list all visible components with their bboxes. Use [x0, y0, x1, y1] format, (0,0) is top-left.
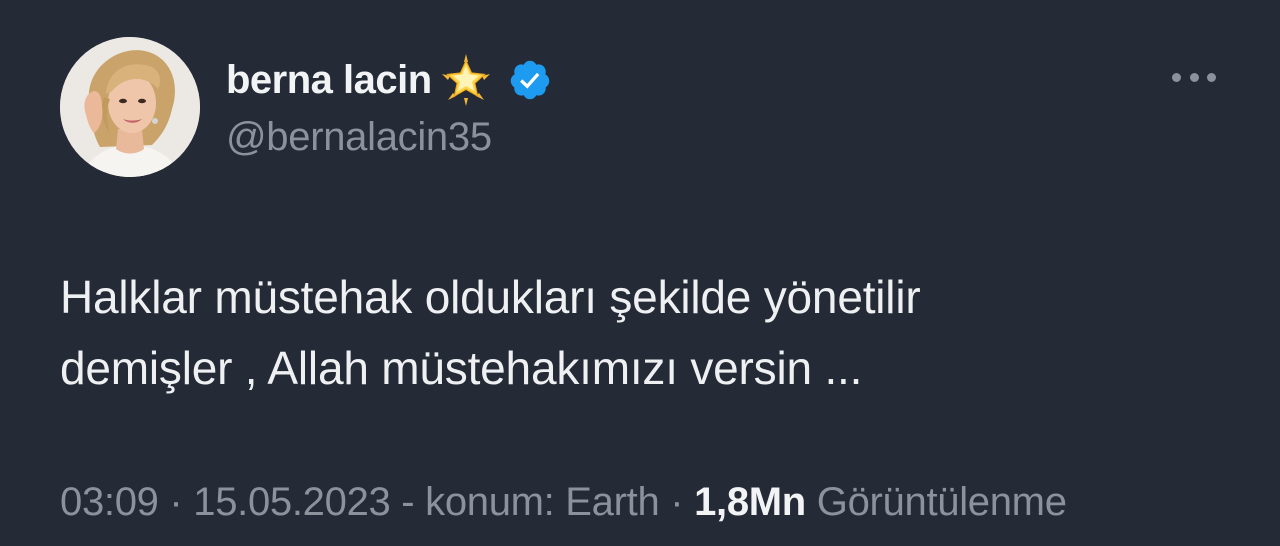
views-count[interactable]: 1,8Mn — [694, 480, 806, 524]
tweet-text: Halklar müstehak oldukları şekilde yönet… — [60, 262, 1220, 405]
views-label: Görüntülenme — [805, 480, 1067, 524]
meta-separator: · — [158, 480, 194, 524]
more-dot-icon — [1207, 72, 1216, 82]
more-options-button[interactable] — [1170, 62, 1218, 92]
more-dot-icon — [1189, 72, 1199, 82]
tweet-location: - konum: Earth — [390, 480, 660, 524]
tweet-text-line: demişler , Allah müstehakımızı versin ..… — [60, 342, 863, 395]
tweet-time[interactable]: 03:09 — [60, 480, 159, 524]
glowing-star-icon — [441, 54, 490, 106]
more-dot-icon — [1172, 72, 1181, 82]
avatar-image — [60, 37, 200, 177]
author-display-name[interactable]: berna lacin — [226, 60, 432, 100]
tweet-text-line: Halklar müstehak oldukları şekilde yönet… — [60, 271, 921, 323]
verified-badge-icon[interactable] — [508, 58, 552, 102]
tweet-date[interactable]: 15.05.2023 — [193, 480, 391, 524]
avatar[interactable] — [60, 37, 200, 177]
author-name-row[interactable]: berna lacin — [226, 50, 552, 110]
tweet-card: berna lacin @bernalacin35 Halklar müsteh… — [0, 0, 1280, 546]
tweet-meta: 03:09 · 15.05.2023 - konum: Earth · 1,8M… — [60, 482, 1067, 522]
meta-separator: · — [659, 480, 695, 524]
author-handle[interactable]: @bernalacin35 — [226, 117, 492, 157]
